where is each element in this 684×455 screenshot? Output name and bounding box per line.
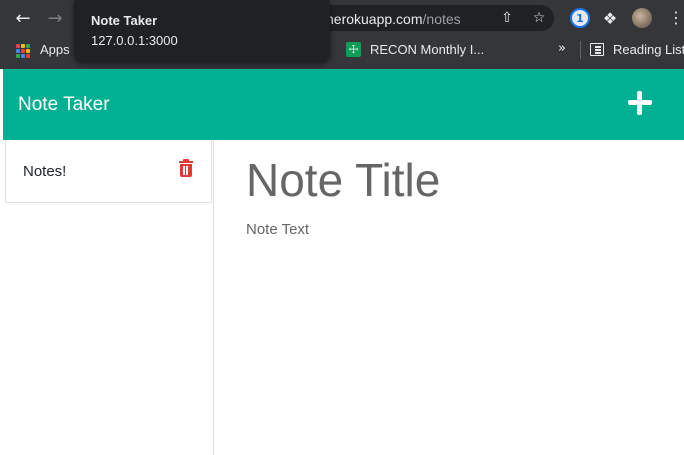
reading-list-icon[interactable] bbox=[590, 43, 604, 56]
note-editor: Note Title Note Text bbox=[215, 140, 684, 455]
share-icon[interactable]: ⇧ bbox=[498, 9, 516, 27]
extensions-puzzle-icon[interactable]: ❖ bbox=[600, 8, 620, 28]
profile-avatar[interactable] bbox=[632, 8, 652, 28]
plus-icon[interactable] bbox=[627, 90, 653, 116]
app-navbar: Note Taker bbox=[3, 69, 684, 140]
notes-sidebar: Notes! bbox=[3, 140, 214, 455]
browser-chrome: ← → herokuapp.com/notes ⇧ ☆ 1 ❖ ⋮ Apps ☩… bbox=[0, 0, 684, 69]
note-list-item[interactable]: Notes! bbox=[5, 140, 212, 203]
google-sheets-icon: ☩ bbox=[346, 42, 361, 57]
onepassword-icon[interactable]: 1 bbox=[570, 8, 590, 28]
note-title-input[interactable]: Note Title bbox=[246, 153, 440, 207]
address-bar[interactable]: herokuapp.com/notes ⇧ ☆ bbox=[318, 5, 554, 31]
address-bar-url: herokuapp.com/notes bbox=[326, 11, 461, 27]
tooltip-title: Note Taker bbox=[91, 13, 158, 28]
brand-title[interactable]: Note Taker bbox=[18, 94, 110, 116]
note-text-textarea[interactable]: Note Text bbox=[246, 221, 309, 238]
star-icon[interactable]: ☆ bbox=[530, 9, 548, 27]
bookmarks-divider bbox=[580, 41, 581, 59]
tab-hover-tooltip: Note Taker 127.0.0.1:3000 bbox=[74, 0, 330, 62]
back-arrow-icon[interactable]: ← bbox=[12, 7, 34, 29]
url-path: /notes bbox=[422, 11, 461, 27]
forward-arrow-icon[interactable]: → bbox=[44, 7, 66, 29]
note-list-item-title: Notes! bbox=[23, 163, 67, 180]
apps-grid-icon[interactable] bbox=[16, 44, 30, 58]
tooltip-url: 127.0.0.1:3000 bbox=[91, 33, 178, 48]
url-host: herokuapp.com bbox=[326, 11, 423, 27]
bookmark-recon-monthly[interactable]: RECON Monthly I... bbox=[370, 42, 484, 57]
bookmark-apps[interactable]: Apps bbox=[40, 42, 70, 57]
reading-list-button[interactable]: Reading List bbox=[613, 42, 684, 57]
kebab-menu-icon[interactable]: ⋮ bbox=[668, 8, 684, 27]
more-bookmarks-chevron-icon[interactable]: » bbox=[558, 41, 566, 56]
trash-icon[interactable] bbox=[179, 159, 193, 177]
